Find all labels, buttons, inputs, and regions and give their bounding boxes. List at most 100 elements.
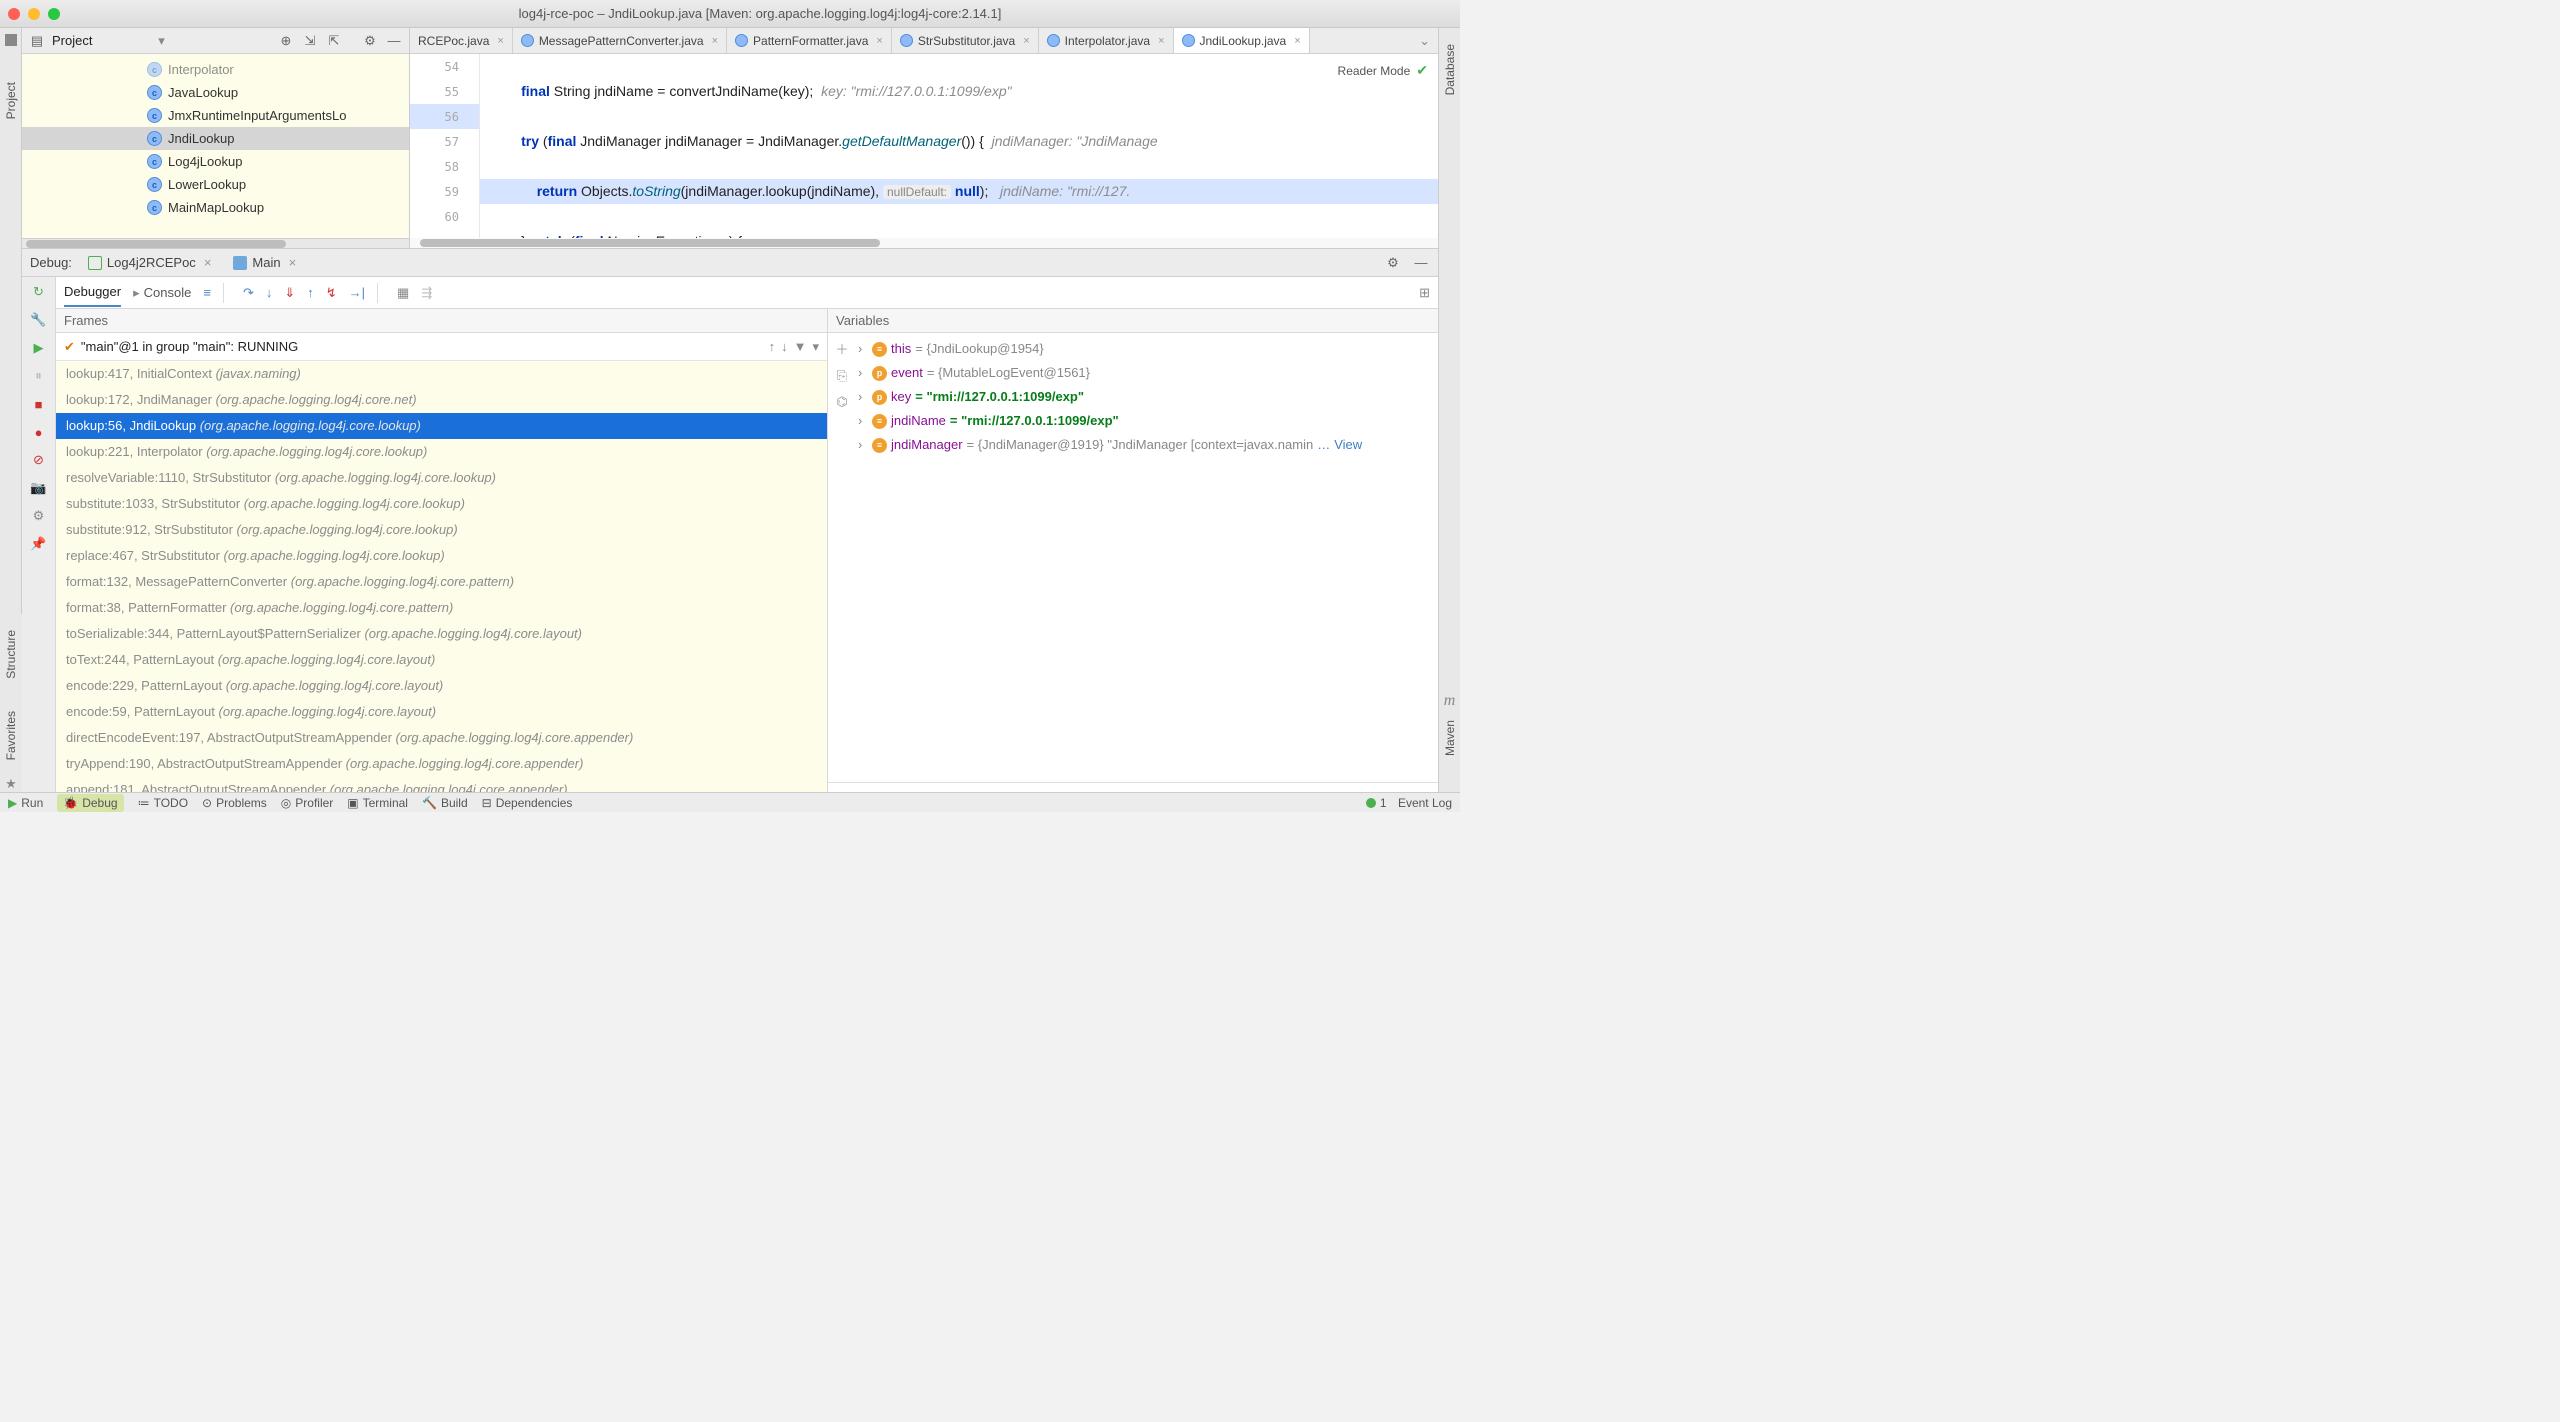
frame-row[interactable]: lookup:56, JndiLookup (org.apache.loggin… [56, 413, 827, 439]
modify-icon[interactable]: 🔧 [30, 311, 48, 329]
hide-panel-icon[interactable]: — [1412, 254, 1430, 272]
glasses-icon[interactable]: ⌬ [836, 394, 847, 410]
prev-frame-icon[interactable]: ↑ [769, 339, 776, 354]
run-to-cursor-icon[interactable]: →| [349, 285, 365, 300]
frame-row[interactable]: replace:467, StrSubstitutor (org.apache.… [56, 543, 827, 569]
thread-dropdown-icon[interactable]: ▾ [812, 339, 819, 355]
status-profiler[interactable]: ◎Profiler [281, 796, 334, 810]
tree-item[interactable]: cLowerLookup [22, 173, 409, 196]
variable-row[interactable]: ›≡ jndiName = "rmi://127.0.0.1:1099/exp" [858, 409, 1436, 433]
mute-breakpoints-icon[interactable]: ⊘ [30, 451, 48, 469]
gutter[interactable]: 54 55 56 57 58 59 60 [410, 54, 480, 238]
run-config-tab[interactable]: Main× [227, 255, 302, 270]
tree-item-selected[interactable]: cJndiLookup [22, 127, 409, 150]
frame-row[interactable]: toSerializable:344, PatternLayout$Patter… [56, 621, 827, 647]
editor-tab[interactable]: StrSubstitutor.java× [892, 28, 1039, 53]
database-tool-label[interactable]: Database [1443, 38, 1457, 101]
run-config-tab[interactable]: Log4j2RCEPoc× [82, 255, 217, 270]
trace-icon[interactable]: ⇶ [421, 285, 432, 301]
drop-frame-icon[interactable]: ↯ [326, 285, 337, 301]
frame-row[interactable]: lookup:221, Interpolator (org.apache.log… [56, 439, 827, 465]
camera-icon[interactable]: 📷 [30, 479, 48, 497]
close-tab-icon[interactable]: × [712, 35, 718, 47]
frame-row[interactable]: substitute:1033, StrSubstitutor (org.apa… [56, 491, 827, 517]
settings-icon[interactable]: ⚙ [1384, 254, 1402, 272]
frame-row[interactable]: substitute:912, StrSubstitutor (org.apac… [56, 517, 827, 543]
status-event-log[interactable]: 1 Event Log [1366, 796, 1452, 810]
variable-row[interactable]: ›p event = {MutableLogEvent@1561} [858, 361, 1436, 385]
rerun-icon[interactable]: ↻ [30, 283, 48, 301]
tree-item[interactable]: cInterpolator [22, 58, 409, 81]
hide-panel-icon[interactable]: — [385, 32, 403, 50]
collapse-all-icon[interactable]: ⇱ [325, 32, 343, 50]
minimize-window-icon[interactable] [28, 8, 40, 20]
chevron-right-icon[interactable]: › [858, 363, 868, 383]
stop-icon[interactable]: ■ [30, 395, 48, 413]
frame-row[interactable]: lookup:417, InitialContext (javax.naming… [56, 361, 827, 387]
editor-tab[interactable]: Interpolator.java× [1039, 28, 1174, 53]
frame-row[interactable]: format:132, MessagePatternConverter (org… [56, 569, 827, 595]
editor-tab[interactable]: MessagePatternConverter.java× [513, 28, 727, 53]
editor-tab[interactable]: PatternFormatter.java× [727, 28, 892, 53]
frame-row[interactable]: resolveVariable:1110, StrSubstitutor (or… [56, 465, 827, 491]
settings-icon[interactable]: ⚙ [361, 32, 379, 50]
close-icon[interactable]: × [204, 255, 212, 270]
tree-item[interactable]: cJmxRuntimeInputArgumentsLo [22, 104, 409, 127]
next-frame-icon[interactable]: ↓ [781, 339, 788, 354]
project-hscroll[interactable] [22, 238, 409, 248]
evaluate-icon[interactable]: ▦ [397, 285, 409, 301]
variables-list[interactable]: ›≡ this = {JndiLookup@1954}›p event = {M… [856, 333, 1438, 782]
tree-item[interactable]: cLog4jLookup [22, 150, 409, 173]
frame-row[interactable]: toText:244, PatternLayout (org.apache.lo… [56, 647, 827, 673]
step-into-icon[interactable]: ↓ [266, 285, 273, 300]
project-tool-label[interactable]: Project [4, 76, 18, 125]
status-problems[interactable]: ⊙Problems [202, 796, 267, 810]
close-tab-icon[interactable]: × [1294, 35, 1300, 47]
settings-icon[interactable]: ⚙ [30, 507, 48, 525]
layout-icon[interactable]: ⊞ [1419, 285, 1430, 301]
variable-row[interactable]: ›≡ jndiManager = {JndiManager@1919} "Jnd… [858, 433, 1436, 457]
favorites-star-icon[interactable]: ★ [5, 776, 17, 792]
variable-row[interactable]: ›≡ this = {JndiLookup@1954} [858, 337, 1436, 361]
project-tool-icon[interactable] [5, 34, 17, 46]
close-tab-icon[interactable]: × [1023, 35, 1029, 47]
status-build[interactable]: 🔨Build [422, 796, 468, 810]
chevron-right-icon[interactable]: › [858, 387, 868, 407]
maximize-window-icon[interactable] [48, 8, 60, 20]
project-tree[interactable]: cInterpolator cJavaLookup cJmxRuntimeInp… [22, 54, 409, 238]
tree-item[interactable]: cMainMapLookup [22, 196, 409, 219]
editor-tab[interactable]: RCEPoc.java× [410, 28, 513, 53]
favorites-tool-label[interactable]: Favorites [4, 705, 18, 766]
frame-row[interactable]: append:181, AbstractOutputStreamAppender… [56, 777, 827, 792]
view-breakpoints-icon[interactable]: ● [30, 423, 48, 441]
frames-list[interactable]: lookup:417, InitialContext (javax.naming… [56, 361, 827, 792]
close-icon[interactable]: × [289, 255, 297, 270]
project-view-icon[interactable]: ▤ [28, 32, 46, 50]
pause-icon[interactable]: ⏸ [30, 367, 48, 385]
copy-icon[interactable]: ⎘ [837, 368, 847, 384]
variable-row[interactable]: ›p key = "rmi://127.0.0.1:1099/exp" [858, 385, 1436, 409]
status-terminal[interactable]: ▣Terminal [347, 796, 408, 810]
editor-tab-active[interactable]: JndiLookup.java× [1174, 28, 1310, 53]
frame-row[interactable]: encode:59, PatternLayout (org.apache.log… [56, 699, 827, 725]
close-tab-icon[interactable]: × [497, 35, 503, 47]
close-tab-icon[interactable]: × [1158, 35, 1164, 47]
status-run[interactable]: ▶Run [8, 796, 43, 810]
chevron-right-icon[interactable]: › [858, 411, 868, 431]
debugger-tab[interactable]: Debugger [64, 278, 121, 307]
maven-tool-icon[interactable]: m [1444, 692, 1456, 710]
console-tab[interactable]: ▸Console [133, 285, 191, 301]
status-todo[interactable]: ≔TODO [138, 796, 188, 810]
frame-row[interactable]: lookup:172, JndiManager (org.apache.logg… [56, 387, 827, 413]
chevron-down-icon[interactable]: ⌄ [1419, 33, 1430, 49]
thread-selector[interactable]: ✔ "main"@1 in group "main": RUNNING ↑ ↓ … [56, 333, 827, 361]
add-watch-icon[interactable]: ＋ [835, 339, 848, 358]
filter-icon[interactable]: ▼ [794, 339, 807, 354]
code-body[interactable]: final String jndiName = convertJndiName(… [480, 54, 1438, 238]
chevron-right-icon[interactable]: › [858, 339, 868, 359]
structure-tool-label[interactable]: Structure [4, 624, 18, 685]
expand-all-icon[interactable]: ⇲ [301, 32, 319, 50]
variables-hscroll[interactable] [828, 782, 1438, 792]
chevron-right-icon[interactable]: › [858, 435, 868, 455]
tree-item[interactable]: cJavaLookup [22, 81, 409, 104]
